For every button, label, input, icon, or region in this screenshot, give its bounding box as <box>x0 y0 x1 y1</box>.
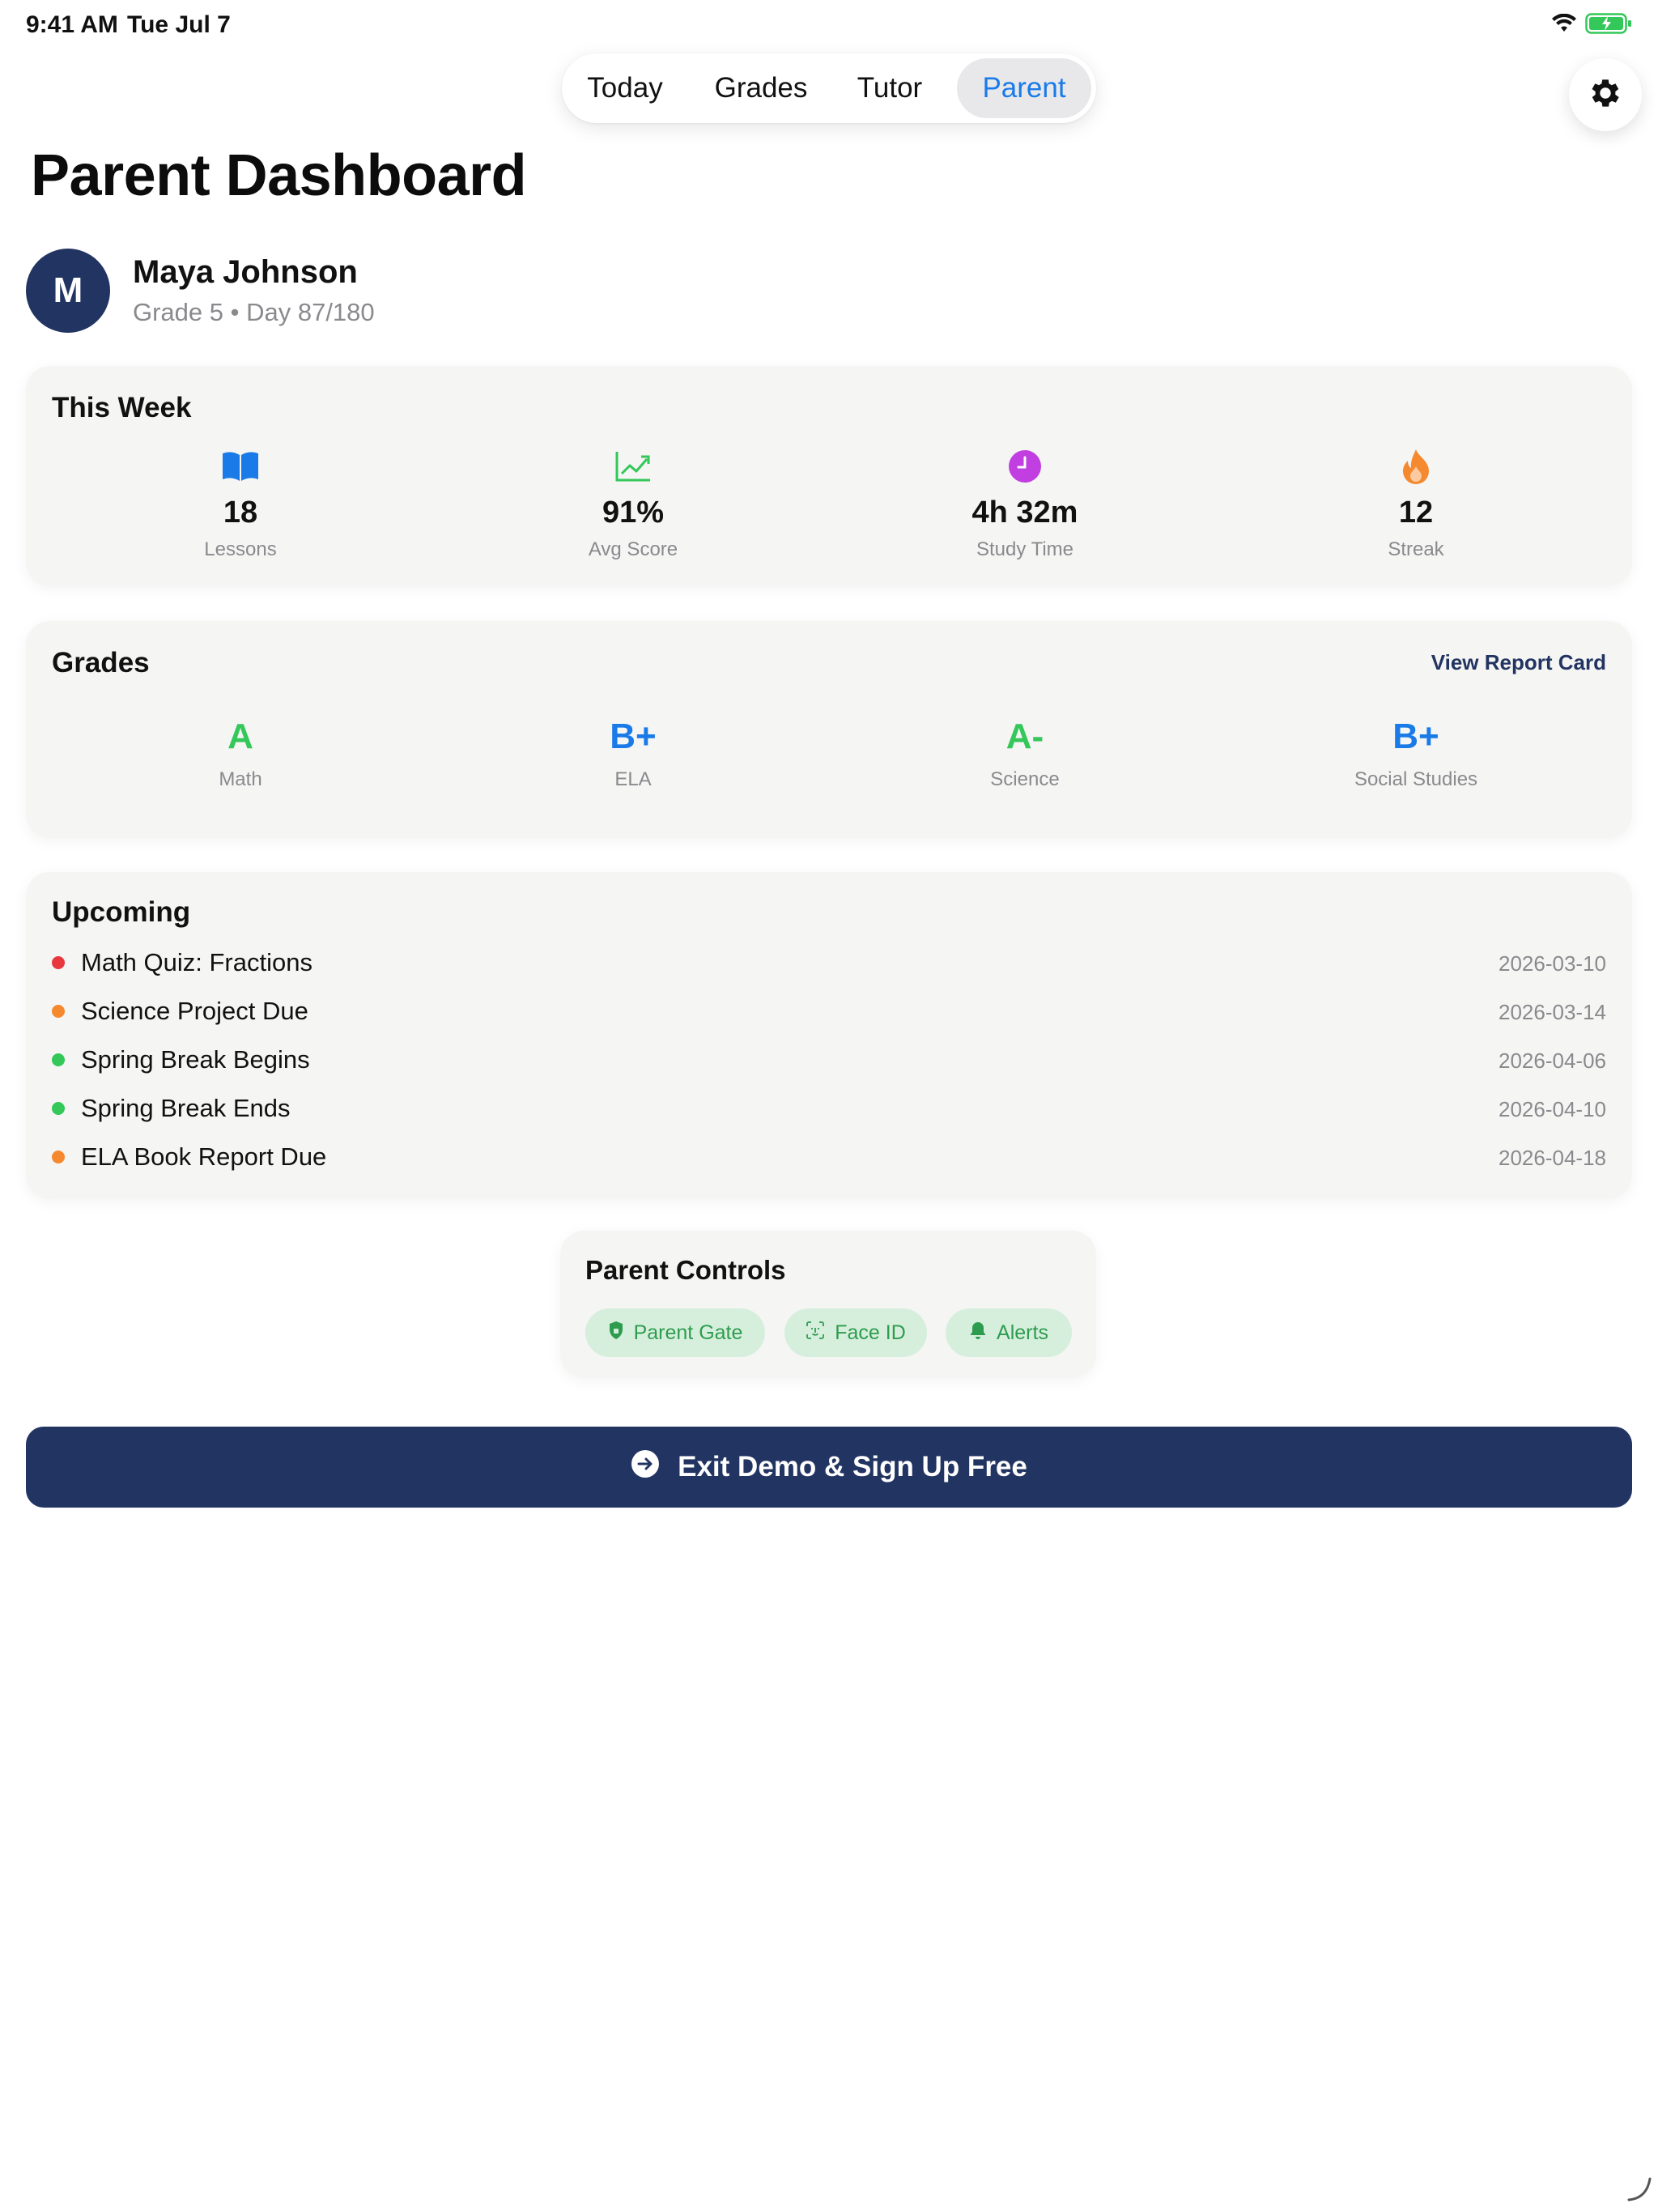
wifi-icon <box>1551 13 1577 37</box>
stat-streak: 12 Streak <box>1295 449 1537 561</box>
segmented-tab-bar: Today Grades Tutor Parent <box>562 53 1096 123</box>
stat-lessons: 18 Lessons <box>119 450 362 561</box>
stat-label: Study Time <box>976 538 1074 560</box>
upcoming-item-date: 2026-04-10 <box>1499 1097 1606 1121</box>
upcoming-item-title: Spring Break Ends <box>81 1094 291 1122</box>
alerts-button[interactable]: Alerts <box>946 1308 1072 1357</box>
upcoming-item-title: Science Project Due <box>81 997 308 1025</box>
clock-icon <box>1008 449 1042 487</box>
upcoming-item-date: 2026-03-14 <box>1499 1000 1606 1024</box>
stat-label: Avg Score <box>588 538 678 560</box>
flame-icon <box>1401 449 1431 488</box>
this-week-title: This Week <box>52 392 192 423</box>
status-icons <box>1551 13 1632 38</box>
grades-card: Grades View Report Card A Math B+ ELA A-… <box>26 621 1632 838</box>
stat-label: Streak <box>1388 538 1444 560</box>
face-id-button[interactable]: Face ID <box>784 1308 927 1357</box>
arrow-right-circle-icon <box>631 1449 660 1486</box>
grade-ela[interactable]: B+ ELA <box>512 717 755 791</box>
tab-parent[interactable]: Parent <box>957 58 1091 118</box>
list-item[interactable]: Science Project Due 2026-03-14 <box>52 992 1606 1032</box>
stat-label: Lessons <box>204 538 277 560</box>
view-report-card-link[interactable]: View Report Card <box>1431 650 1606 675</box>
pill-label: Face ID <box>835 1321 906 1344</box>
list-item[interactable]: Spring Break Ends 2026-04-10 <box>52 1089 1606 1129</box>
stat-value: 18 <box>223 496 258 530</box>
this-week-card: This Week 18 Lessons 91% Avg Score 4h 32… <box>26 366 1632 586</box>
grades-title: Grades <box>52 647 150 678</box>
settings-button[interactable] <box>1569 58 1642 131</box>
grade-science[interactable]: A- Science <box>903 717 1146 791</box>
grade-subject: Social Studies <box>1354 768 1478 790</box>
upcoming-item-title: Math Quiz: Fractions <box>81 948 312 976</box>
exit-demo-signup-button[interactable]: Exit Demo & Sign Up Free <box>26 1427 1632 1508</box>
upcoming-item-title: ELA Book Report Due <box>81 1142 327 1171</box>
status-time: 9:41 AM <box>26 11 118 38</box>
face-id-icon <box>806 1321 825 1346</box>
upcoming-title: Upcoming <box>52 896 191 928</box>
tab-today[interactable]: Today <box>570 58 680 118</box>
tab-grades[interactable]: Grades <box>699 58 823 118</box>
status-dot <box>52 956 65 969</box>
grade-letter: A- <box>1005 717 1044 756</box>
upcoming-item-date: 2026-03-10 <box>1499 951 1606 976</box>
grade-letter: B+ <box>1392 717 1439 756</box>
status-dot <box>52 1102 65 1115</box>
stat-study-time: 4h 32m Study Time <box>903 449 1146 561</box>
upcoming-item-date: 2026-04-18 <box>1499 1146 1606 1170</box>
gear-icon <box>1587 74 1624 116</box>
shield-icon <box>608 1321 624 1346</box>
book-icon <box>221 450 260 487</box>
list-item[interactable]: Spring Break Begins 2026-04-06 <box>52 1040 1606 1081</box>
list-item[interactable]: Math Quiz: Fractions 2026-03-10 <box>52 943 1606 984</box>
list-item[interactable]: ELA Book Report Due 2026-04-18 <box>52 1138 1606 1178</box>
page-title: Parent Dashboard <box>31 143 527 208</box>
status-dot <box>52 1005 65 1018</box>
resize-handle-icon <box>1626 2176 1653 2207</box>
upcoming-item-title: Spring Break Begins <box>81 1045 310 1074</box>
grade-subject: Math <box>219 768 262 790</box>
grade-letter: B+ <box>610 717 657 756</box>
status-date: Tue Jul 7 <box>127 11 231 38</box>
stat-avg-score: 91% Avg Score <box>512 450 755 561</box>
parent-controls-card: Parent Controls Parent Gate Face ID Aler… <box>560 1231 1096 1378</box>
student-name: Maya Johnson <box>133 254 358 290</box>
upcoming-card: Upcoming Math Quiz: Fractions 2026-03-10… <box>26 872 1632 1199</box>
grade-subject: Science <box>990 768 1060 790</box>
status-dot <box>52 1053 65 1066</box>
cta-label: Exit Demo & Sign Up Free <box>678 1451 1027 1482</box>
trend-chart-icon <box>614 450 652 487</box>
pill-label: Parent Gate <box>633 1321 743 1344</box>
parent-gate-button[interactable]: Parent Gate <box>585 1308 765 1357</box>
avatar: M <box>26 249 110 333</box>
grade-subject: ELA <box>614 768 652 790</box>
parent-controls-title: Parent Controls <box>585 1255 786 1285</box>
grade-letter: A <box>227 717 253 756</box>
stat-value: 4h 32m <box>971 496 1078 530</box>
student-meta: Grade 5 • Day 87/180 <box>133 298 375 326</box>
status-dot <box>52 1151 65 1163</box>
stat-value: 12 <box>1398 496 1434 530</box>
battery-icon <box>1585 13 1632 38</box>
upcoming-item-date: 2026-04-06 <box>1499 1049 1606 1073</box>
grade-math[interactable]: A Math <box>119 717 362 791</box>
stat-value: 91% <box>602 496 665 530</box>
bell-icon <box>969 1321 987 1346</box>
grade-social-studies[interactable]: B+ Social Studies <box>1295 717 1537 791</box>
pill-label: Alerts <box>997 1321 1048 1344</box>
status-bar: 9:41 AM Tue Jul 7 <box>0 0 1658 52</box>
tab-tutor[interactable]: Tutor <box>837 58 942 118</box>
